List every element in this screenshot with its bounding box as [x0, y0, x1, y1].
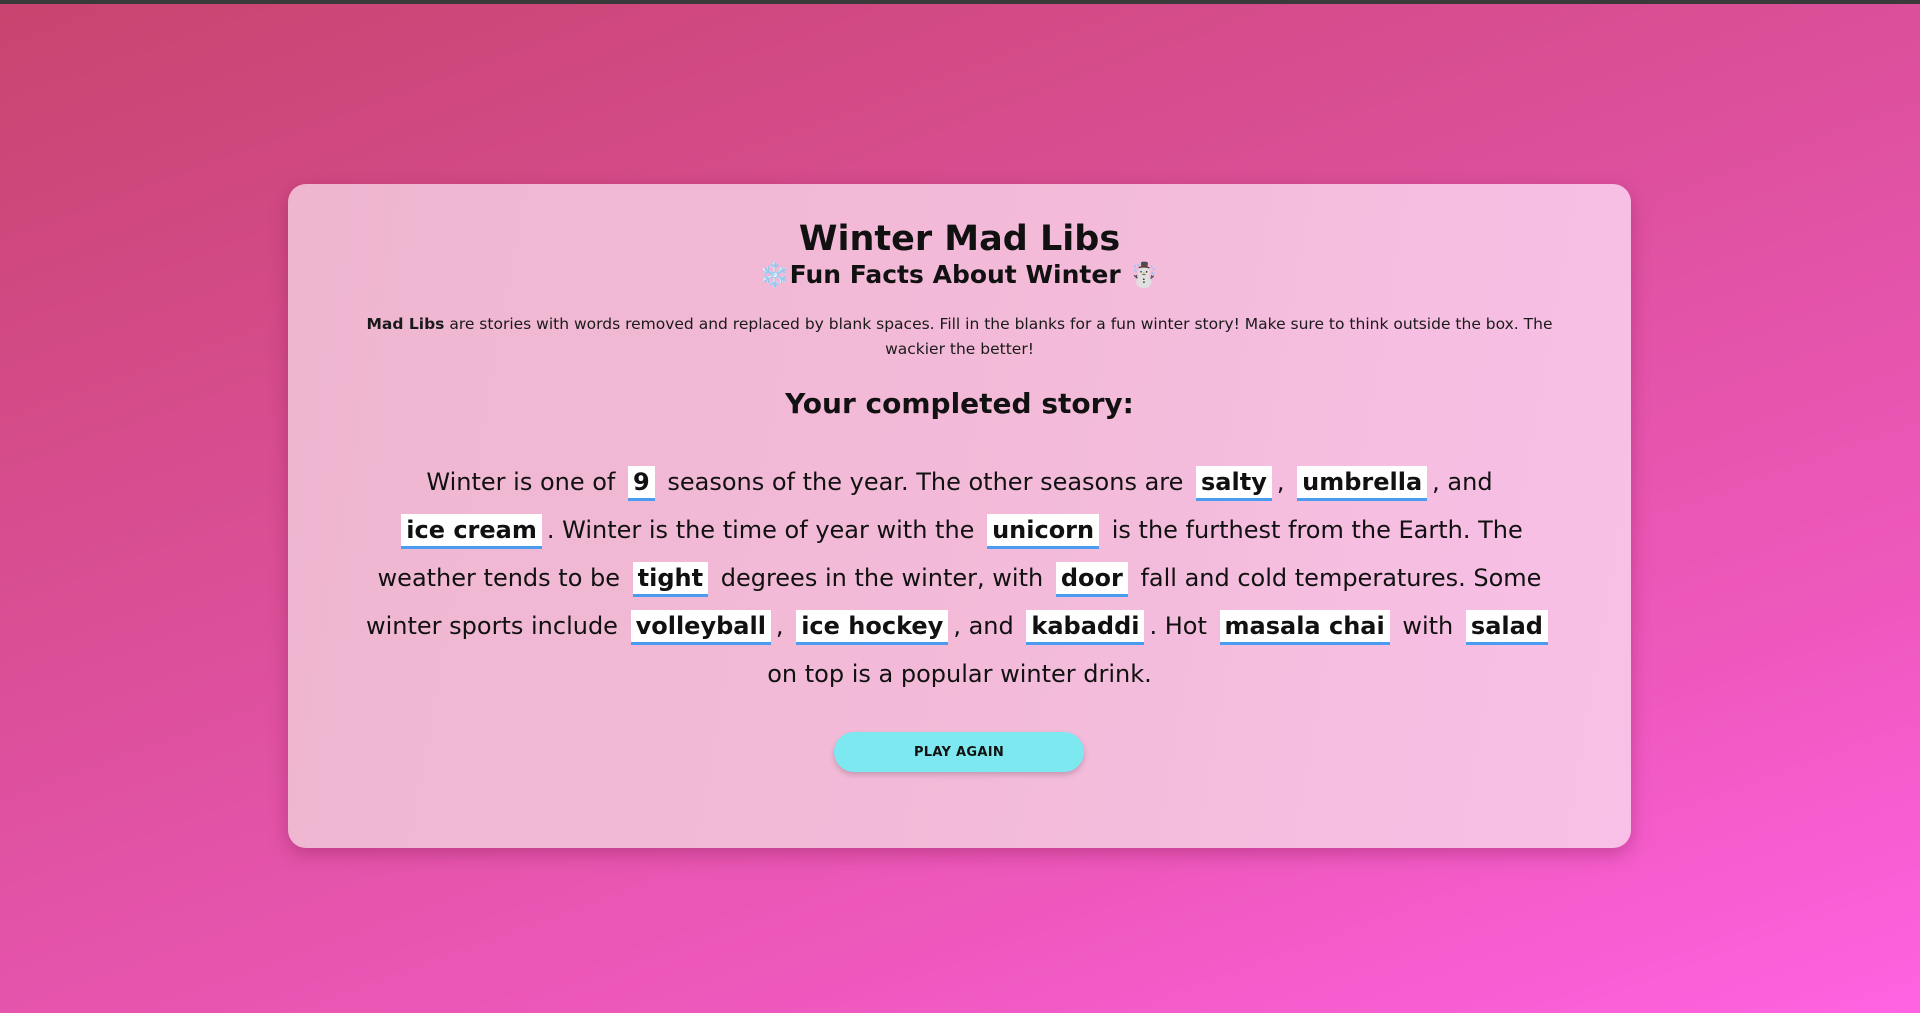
filled-word: masala chai [1219, 610, 1390, 645]
browser-top-strip [0, 0, 1920, 4]
intro-text: are stories with words removed and repla… [444, 315, 1553, 358]
story-text: degrees in the winter, with [713, 564, 1051, 592]
completed-story: Winter is one of 9 seasons of the year. … [350, 458, 1569, 698]
intro-bold-term: Mad Libs [366, 315, 445, 333]
story-text: , [775, 612, 792, 640]
story-text: , [1276, 468, 1293, 496]
filled-word: tight [632, 562, 709, 597]
page-subtitle: ❄️Fun Facts About Winter ☃️ [288, 260, 1631, 290]
filled-word: unicorn [987, 514, 1100, 549]
story-text: Winter is one of [426, 468, 624, 496]
play-again-button[interactable]: PLAY AGAIN [834, 732, 1084, 772]
story-text: , and [1432, 468, 1493, 496]
filled-word: umbrella [1297, 466, 1428, 501]
snowman-icon: ☃️ [1129, 261, 1160, 289]
page-title: Winter Mad Libs [798, 219, 1121, 259]
story-text: on top is a popular winter drink. [767, 660, 1152, 688]
story-text: with [1394, 612, 1461, 640]
story-text: , and [953, 612, 1022, 640]
filled-word: volleyball [630, 610, 771, 645]
story-text: seasons of the year. The other seasons a… [659, 468, 1192, 496]
filled-word: salty [1196, 466, 1272, 501]
mad-libs-card: Winter Mad Libs ❄️Fun Facts About Winter… [288, 184, 1631, 848]
filled-word: ice hockey [796, 610, 949, 645]
story-heading: Your completed story: [785, 387, 1134, 420]
filled-word: 9 [628, 466, 655, 501]
filled-word: ice cream [401, 514, 542, 549]
filled-word: kabaddi [1026, 610, 1145, 645]
subtitle-text: Fun Facts About Winter [789, 260, 1121, 289]
intro-paragraph: Mad Libs are stories with words removed … [348, 312, 1571, 362]
filled-word: salad [1465, 610, 1548, 645]
snowflake-icon: ❄️ [759, 261, 790, 289]
story-text: . Winter is the time of year with the [546, 516, 983, 544]
filled-word: door [1055, 562, 1128, 597]
story-text: . Hot [1149, 612, 1215, 640]
